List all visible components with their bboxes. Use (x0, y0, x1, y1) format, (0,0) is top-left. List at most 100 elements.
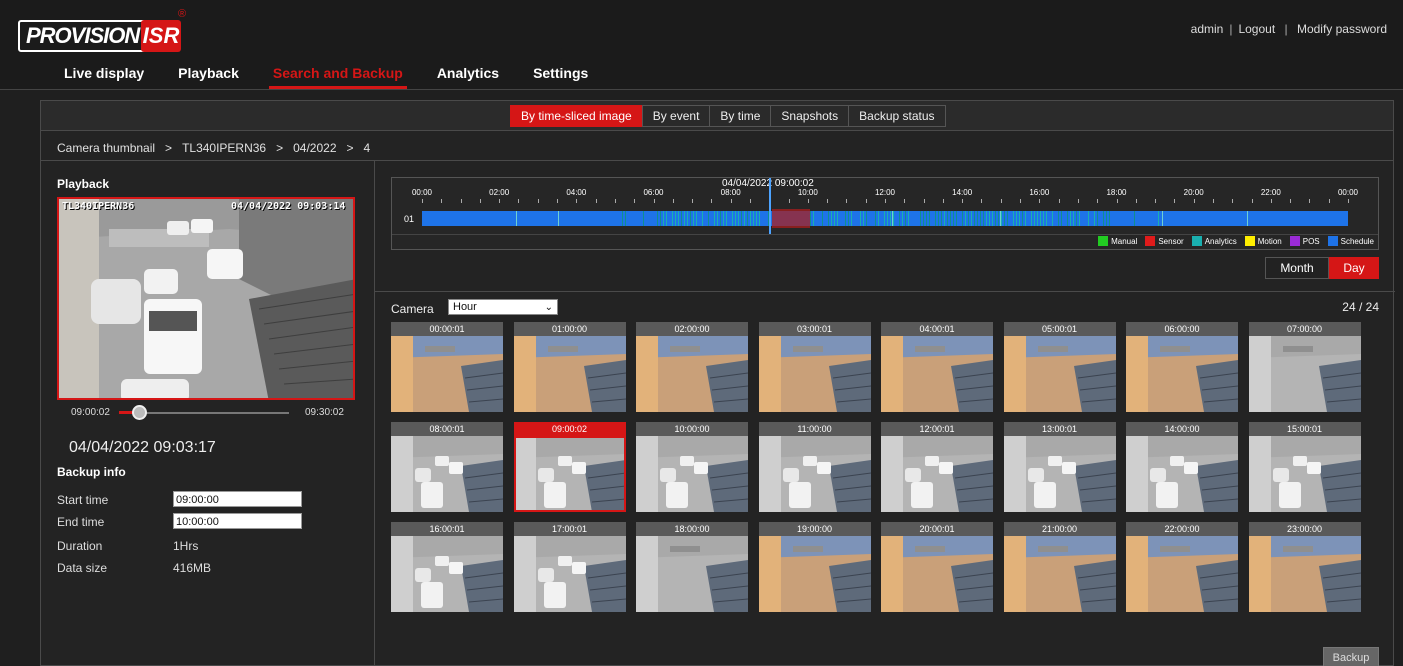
timeline-hour-label: 00:00 (1338, 188, 1358, 197)
timeline-tick (1117, 199, 1118, 203)
timeline-event-stripe (657, 211, 658, 226)
day-view-button[interactable]: Day (1329, 257, 1379, 279)
breadcrumb-month[interactable]: 04/2022 (293, 141, 336, 155)
hour-thumbnail[interactable]: 02:00:00 (636, 322, 748, 412)
timeline-tick (924, 199, 925, 203)
timeline-event-stripe (1004, 211, 1005, 226)
timeline-event-stripe (1013, 211, 1014, 226)
timeline-event-stripe (516, 211, 517, 226)
thumbnail-image (391, 336, 503, 412)
tab-snapshots[interactable]: Snapshots (770, 105, 849, 127)
nav-analytics[interactable]: Analytics (433, 63, 503, 89)
logout-link[interactable]: Logout (1238, 22, 1275, 36)
playback-panel: Playback TL340IPERN36 04/04/2022 09:03:1… (41, 161, 375, 666)
month-view-button[interactable]: Month (1265, 257, 1329, 279)
timeline-tick (1078, 199, 1079, 203)
timeline-tick (1290, 199, 1291, 203)
thumbnail-image (759, 336, 871, 412)
timeline-event-stripe (822, 211, 823, 226)
camera-label: Camera (391, 302, 434, 316)
timeline-event-stripe (558, 211, 559, 226)
user-links: admin | Logout | Modify password (1191, 22, 1387, 36)
hour-thumbnail[interactable]: 01:00:00 (514, 322, 626, 412)
end-time-input[interactable]: 10:00:00 (173, 513, 302, 529)
timeline-event-stripe (723, 211, 724, 226)
timeline-event-stripe (887, 211, 888, 226)
breadcrumb-camera-thumbnail[interactable]: Camera thumbnail (57, 141, 155, 155)
hour-thumbnail[interactable]: 15:00:01 (1249, 422, 1361, 512)
hour-thumbnail[interactable]: 17:00:01 (514, 522, 626, 612)
timeline-event-stripe (1031, 211, 1032, 226)
search-tabs: By time-sliced image By event By time Sn… (511, 105, 946, 127)
timeline-event-stripe (971, 211, 972, 226)
hour-thumbnail[interactable]: 22:00:00 (1126, 522, 1238, 612)
hour-thumbnail[interactable]: 21:00:00 (1004, 522, 1116, 612)
hour-thumbnail[interactable]: 05:00:01 (1004, 322, 1116, 412)
timeline-tick (711, 199, 712, 203)
timeline-event-stripe (810, 211, 811, 226)
data-size-row: Data size 416MB (57, 559, 357, 577)
legend-item-manual: Manual (1098, 236, 1137, 246)
thumbnail-image (881, 336, 993, 412)
timeline-event-stripe (1070, 211, 1071, 226)
hour-thumbnail[interactable]: 19:00:00 (759, 522, 871, 612)
tab-by-event[interactable]: By event (642, 105, 711, 127)
timeline-event-stripe (732, 211, 733, 226)
timeline-event-stripe (1046, 211, 1047, 226)
nav-settings[interactable]: Settings (529, 63, 592, 89)
timeline-tick (1232, 199, 1233, 203)
modify-password-link[interactable]: Modify password (1297, 22, 1387, 36)
interval-select-value: Hour (453, 301, 477, 313)
hour-thumbnail[interactable]: 20:00:01 (881, 522, 993, 612)
tab-by-time-sliced-image[interactable]: By time-sliced image (510, 105, 643, 127)
timeline-record-bar[interactable] (422, 211, 1348, 226)
thumbnail-time: 08:00:01 (391, 422, 503, 436)
timeline-event-stripe (672, 211, 673, 226)
timeline-event-stripe (1067, 211, 1068, 226)
hour-thumbnail[interactable]: 23:00:00 (1249, 522, 1361, 612)
timeline-event-stripe (666, 211, 667, 226)
tab-by-time[interactable]: By time (709, 105, 771, 127)
timeline-hour-label: 10:00 (798, 188, 818, 197)
recording-timeline[interactable]: 04/04/2022 09:00:02 00:00 02:00 04:00 06:00… (391, 177, 1379, 250)
thumbnail-image (881, 436, 993, 512)
nav-live-display[interactable]: Live display (60, 63, 148, 89)
timeline-event-stripe (965, 211, 966, 226)
start-time-input[interactable]: 09:00:00 (173, 491, 302, 507)
backup-button[interactable]: Backup (1323, 647, 1379, 666)
hour-thumbnail[interactable]: 00:00:01 (391, 322, 503, 412)
slider-handle[interactable] (132, 405, 147, 420)
end-time-label: End time (57, 515, 104, 529)
timeline-event-stripe (741, 211, 742, 226)
timeline-tick (1136, 199, 1137, 203)
timeline-event-stripe (1061, 211, 1062, 226)
hour-thumbnail[interactable]: 11:00:00 (759, 422, 871, 512)
hour-thumbnail[interactable]: 06:00:00 (1126, 322, 1238, 412)
timeline-tick (692, 199, 693, 203)
tab-backup-status[interactable]: Backup status (848, 105, 945, 127)
hour-thumbnail[interactable]: 13:00:01 (1004, 422, 1116, 512)
nav-playback[interactable]: Playback (174, 63, 243, 89)
hour-thumbnail[interactable]: 03:00:01 (759, 322, 871, 412)
hour-thumbnail[interactable]: 09:00:02 (514, 422, 626, 512)
timeline-event-stripe (1073, 211, 1074, 226)
hour-thumbnail[interactable]: 18:00:00 (636, 522, 748, 612)
hour-thumbnail[interactable]: 07:00:00 (1249, 322, 1361, 412)
hour-thumbnail[interactable]: 08:00:01 (391, 422, 503, 512)
legend-swatch (1328, 236, 1338, 246)
hour-thumbnail[interactable]: 04:00:01 (881, 322, 993, 412)
hour-thumbnail[interactable]: 16:00:01 (391, 522, 503, 612)
interval-select[interactable]: Hour ⌄ (448, 299, 558, 315)
timeline-tick (1097, 199, 1098, 203)
playback-video[interactable]: TL340IPERN36 04/04/2022 09:03:14 (57, 197, 355, 400)
month-day-toggle: Month Day (1265, 257, 1379, 279)
nav-search-and-backup[interactable]: Search and Backup (269, 63, 407, 89)
timeline-event-stripe (890, 211, 891, 226)
timeline-event-stripe (660, 211, 661, 226)
breadcrumb-camera[interactable]: TL340IPERN36 (182, 141, 266, 155)
timeline-cursor[interactable] (769, 178, 771, 234)
hour-thumbnail[interactable]: 12:00:01 (881, 422, 993, 512)
hour-thumbnail[interactable]: 10:00:00 (636, 422, 748, 512)
hour-thumbnail[interactable]: 14:00:00 (1126, 422, 1238, 512)
timeline-event-stripe (756, 211, 757, 226)
